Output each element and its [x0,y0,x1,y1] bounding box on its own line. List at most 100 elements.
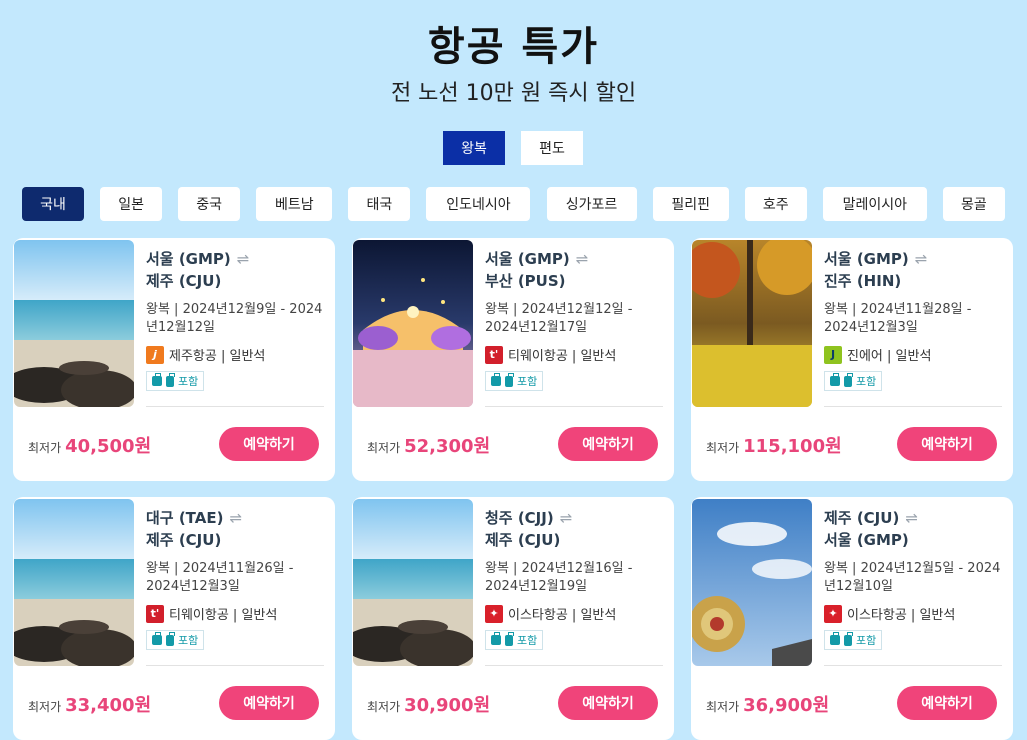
beach-rocks-photo [353,499,473,666]
divider [146,406,324,407]
book-button[interactable]: 예약하기 [219,686,319,720]
divider [146,665,324,666]
region-tab-philippines[interactable]: 필리핀 [652,187,729,221]
trip-type-roundtrip[interactable]: 왕복 [443,131,505,165]
luggage-icon [166,631,175,646]
deal-card[interactable]: 제주 (CJU) ⇌ 서울 (GMP) 왕복 | 2024년12월5일 - 202… [691,497,1013,740]
travel-dates: 왕복 | 2024년11월28일 - 2024년12월3일 [824,302,972,335]
divider [485,665,663,666]
travel-dates: 왕복 | 2024년12월5일 - 2024년12월10일 [824,561,1001,594]
airline-info: t' 티웨이항공 | 일반석 [485,345,616,364]
origin-airport: 서울 (GMP) [824,250,909,268]
price-value: 33,400원 [65,695,152,716]
region-tab-mongolia[interactable]: 몽골 [942,187,1005,221]
destination-airport: 서울 (GMP) [824,531,909,549]
airline-info: j 제주항공 | 일반석 [146,345,265,364]
price-value: 52,300원 [404,436,491,457]
beach-rocks-photo [14,240,134,407]
origin-airport: 제주 (CJU) [824,509,900,527]
autumn-leaves-photo [692,240,812,407]
trip-type-toggle: 왕복 편도 [443,131,583,165]
page-subtitle: 전 노선 10만 원 즉시 할인 [390,81,637,106]
book-button[interactable]: 예약하기 [558,686,658,720]
book-button[interactable]: 예약하기 [558,427,658,461]
airline-logo-icon: ✦ [485,604,503,623]
destination-airport: 제주 (CJU) [485,531,561,549]
price-value: 30,900원 [404,695,491,716]
baggage-badge: 포함 [146,630,205,650]
destination-airport: 제주 (CJU) [146,531,222,549]
baggage-label: 포함 [178,375,199,388]
price: 최저가 40,500원 [28,432,151,458]
swap-arrows-icon: ⇌ [575,250,589,268]
airline-logo-icon: t' [146,604,164,623]
price-label: 최저가 [367,700,401,714]
luggage-icon [166,372,175,387]
book-button[interactable]: 예약하기 [897,686,997,720]
airline-info: ✦ 이스타항공 | 일반석 [485,604,616,623]
price: 최저가 36,900원 [706,691,829,717]
airline-name: 이스타항공 | 일반석 [508,608,617,623]
origin-airport: 대구 (TAE) [146,509,224,527]
bag-icon [830,373,840,386]
deal-card[interactable]: 서울 (GMP) ⇌ 제주 (CJU) 왕복 | 2024년12월9일 - 202… [13,238,335,481]
region-tab-domestic[interactable]: 국내 [22,187,84,221]
airline-info: J 진에어 | 일반석 [824,345,931,364]
baggage-label: 포함 [856,634,877,647]
travel-dates: 왕복 | 2024년12월9일 - 2024년12월12일 [146,302,323,335]
region-tabs: 국내 일본 중국 베트남 태국 인도네시아 싱가포르 필리핀 호주 말레이시아 … [22,187,1005,221]
baggage-badge: 포함 [485,371,544,391]
bag-icon [152,373,162,386]
sky-drum-photo [692,499,812,666]
travel-dates: 왕복 | 2024년12월16일 - 2024년12월19일 [485,561,633,594]
book-button[interactable]: 예약하기 [897,427,997,461]
route: 서울 (GMP) ⇌ 진주 (HIN) [824,248,927,292]
price: 최저가 115,100원 [706,432,842,458]
route: 서울 (GMP) ⇌ 부산 (PUS) [485,248,588,292]
baggage-badge: 포함 [146,371,205,391]
airline-logo-icon: j [146,345,164,364]
destination-airport: 진주 (HIN) [824,272,902,290]
book-button[interactable]: 예약하기 [219,427,319,461]
bag-icon [491,373,501,386]
baggage-badge: 포함 [824,630,883,650]
origin-airport: 서울 (GMP) [146,250,231,268]
airline-name: 티웨이항공 | 일반석 [169,608,278,623]
bag-icon [830,632,840,645]
region-tab-australia[interactable]: 호주 [744,187,807,221]
region-tab-japan[interactable]: 일본 [100,187,163,221]
region-tab-indonesia[interactable]: 인도네시아 [426,187,531,221]
airline-info: t' 티웨이항공 | 일반석 [146,604,277,623]
swap-arrows-icon: ⇌ [905,509,918,527]
price-value: 36,900원 [743,695,830,716]
region-tab-singapore[interactable]: 싱가포르 [546,187,637,221]
region-tab-malaysia[interactable]: 말레이시아 [822,187,927,221]
price-label: 최저가 [367,441,401,455]
price: 최저가 30,900원 [367,691,490,717]
price: 최저가 52,300원 [367,432,490,458]
route: 대구 (TAE) ⇌ 제주 (CJU) [146,507,242,551]
bag-icon [491,632,501,645]
deal-card[interactable]: 서울 (GMP) ⇌ 부산 (PUS) 왕복 | 2024년12월12일 - 20… [352,238,674,481]
airline-logo-icon: t' [485,345,503,364]
region-tab-vietnam[interactable]: 베트남 [256,187,333,221]
price-label: 최저가 [706,700,740,714]
region-tab-china[interactable]: 중국 [178,187,241,221]
deal-card[interactable]: 대구 (TAE) ⇌ 제주 (CJU) 왕복 | 2024년11월26일 - 20… [13,497,335,740]
price-label: 최저가 [706,441,740,455]
baggage-label: 포함 [856,375,877,388]
destination-airport: 부산 (PUS) [485,272,566,290]
swap-arrows-icon: ⇌ [914,250,928,268]
travel-dates: 왕복 | 2024년11월26일 - 2024년12월3일 [146,561,294,594]
price: 최저가 33,400원 [28,691,151,717]
trip-type-oneway[interactable]: 편도 [521,131,583,165]
baggage-label: 포함 [178,634,199,647]
deal-card[interactable]: 서울 (GMP) ⇌ 진주 (HIN) 왕복 | 2024년11월28일 - 20… [691,238,1013,481]
price-value: 115,100원 [743,436,842,457]
swap-arrows-icon: ⇌ [559,509,573,527]
luggage-icon [505,372,514,387]
airline-logo-icon: J [824,345,842,364]
airline-name: 이스타항공 | 일반석 [847,608,956,623]
region-tab-thailand[interactable]: 태국 [348,187,411,221]
deal-card[interactable]: 청주 (CJJ) ⇌ 제주 (CJU) 왕복 | 2024년12월16일 - 20… [352,497,674,740]
